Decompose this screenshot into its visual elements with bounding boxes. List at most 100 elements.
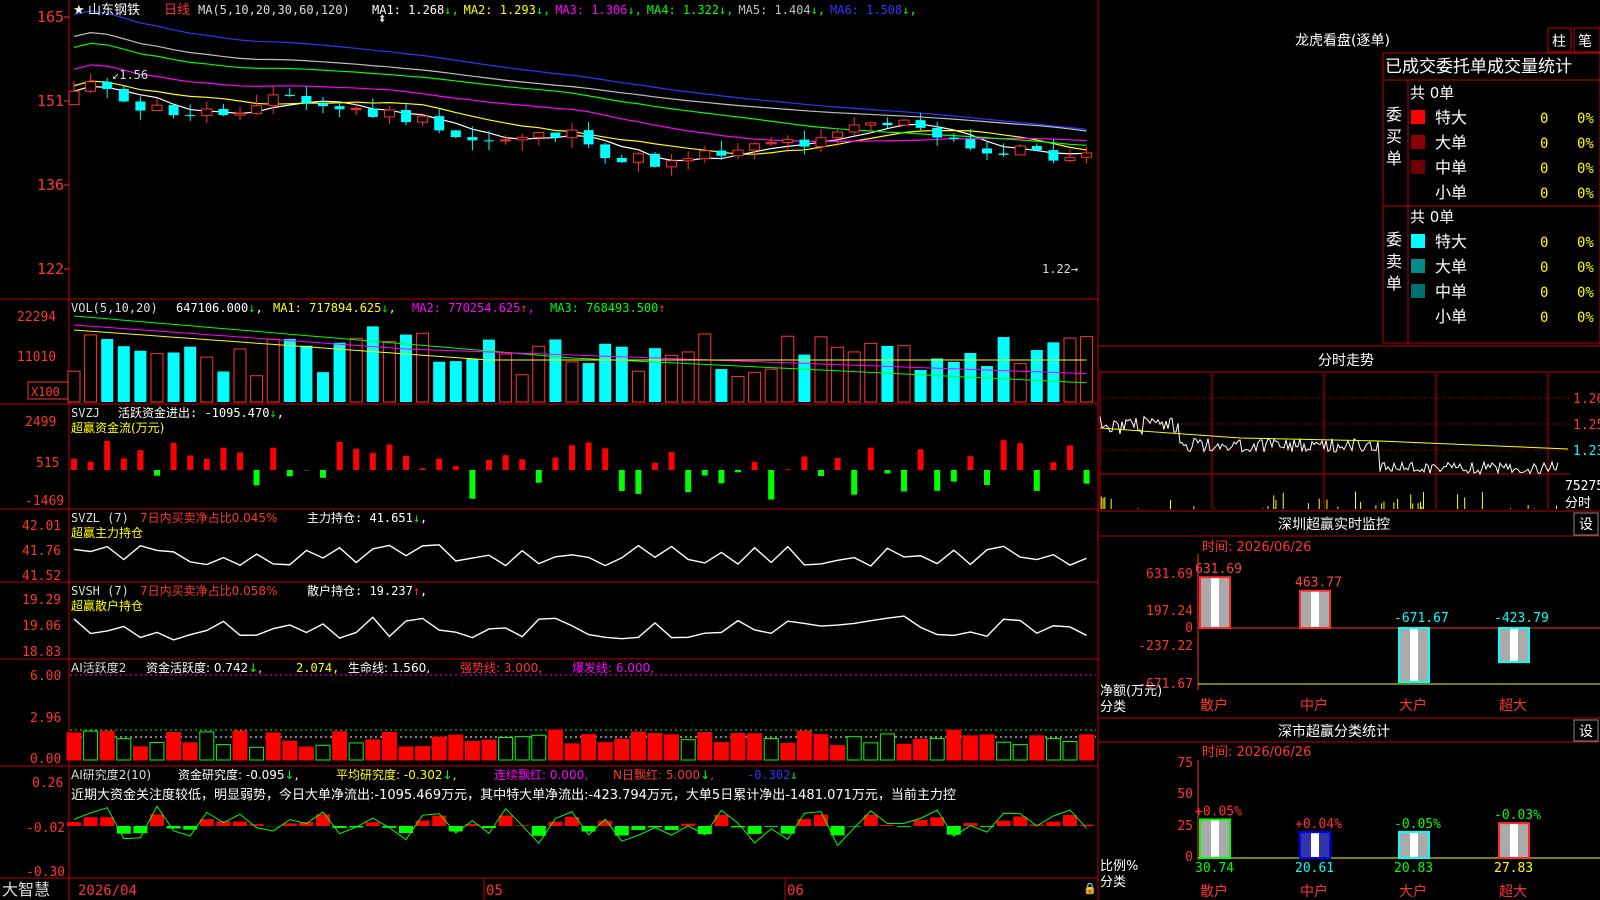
svsh-holding: 散户持仓: 19.237↑, <box>307 583 427 598</box>
vol-ma2: MA2: 770254.625↑, <box>412 301 535 315</box>
candle-down <box>998 153 1009 155</box>
order-count: 0 <box>1540 260 1548 276</box>
volume-bar-up <box>1013 363 1027 403</box>
volume-bar-up <box>831 346 845 403</box>
scroll-arrow-icon[interactable]: ⬍ <box>378 14 386 25</box>
volume-pane[interactable]: VOL(5,10,20) 647106.000↓, MA1: 717894.62… <box>17 301 1094 403</box>
order-name: 中单 <box>1435 158 1467 177</box>
svzl-holding: 主力持仓: 41.651↓, <box>307 510 427 525</box>
candle-down <box>135 101 146 111</box>
svzj-y-tick-1: 2499 <box>25 415 56 430</box>
volume-bar-down <box>1030 350 1043 402</box>
price-y-tick: 151 <box>37 92 64 110</box>
fund-flow-bar-positive <box>1017 443 1024 470</box>
candle-down <box>118 88 129 102</box>
fund-flow-bar-negative <box>701 470 708 476</box>
volume-bar-down <box>649 348 661 402</box>
fund-flow-bar-negative <box>253 470 260 486</box>
stat-title: 已成交委托单成交量统计 <box>1385 57 1572 77</box>
fund-flow-bar-positive <box>784 469 791 470</box>
research-bar-negative <box>664 826 679 830</box>
activity-bar-high <box>547 729 563 761</box>
activity-bar-high <box>365 739 381 761</box>
svsh-title: SVSH (7) <box>71 584 129 598</box>
research-bar-negative <box>897 826 911 827</box>
fund-flow-bars <box>71 440 1090 500</box>
fund-flow-bar-positive <box>552 457 559 470</box>
ai-research-pane[interactable]: AI研究度2(10) 资金研究度: -0.095↓, 平均研究度: -0.302… <box>26 767 1094 880</box>
cl-value-label: 20.61 <box>1295 861 1334 876</box>
fund-flow-bar-positive <box>386 444 393 470</box>
vol-unit: X100 <box>31 385 60 399</box>
activity-bar-high <box>664 734 680 761</box>
dragon-title: 龙虎看盘(逐单) <box>1295 32 1390 49</box>
svzl-title: SVZL (7) <box>71 511 129 525</box>
activity-bar-high <box>332 731 348 761</box>
fund-flow-bar-positive <box>203 458 210 470</box>
svsh-y-tick-3: 18.83 <box>22 645 61 660</box>
fund-flow-bar-negative <box>851 470 858 495</box>
activity-bar-high <box>946 729 962 761</box>
lock-icon[interactable]: 🔒 <box>1083 882 1097 895</box>
candle-down <box>799 139 810 147</box>
burst-line-label: 爆发线: 6.000, <box>572 660 654 675</box>
high-price-mark: ↙1.56 <box>112 68 148 82</box>
star-icon[interactable]: ★ <box>73 3 85 18</box>
fund-flow-bar-negative <box>768 470 775 500</box>
ai-active-pane[interactable]: AI活跃度2 资金活跃度: 0.742↓, 2.074, 生命线: 1.560,… <box>30 660 1096 767</box>
volume-bar-down <box>184 346 197 402</box>
volume-bar-down <box>449 361 462 402</box>
activity-bar-low <box>846 736 862 761</box>
chart-canvas[interactable]: ★ 山东钢铁 日线 MA(5,10,20,30,60,120) MA1: 1.2… <box>0 0 1600 900</box>
intraday-chart[interactable]: 1.265 1.250 1.235 75275 分时 <box>1099 373 1600 511</box>
order-pct: 0% <box>1577 285 1594 301</box>
cl-top-label: -0.03% <box>1494 808 1541 823</box>
retail-holding-polyline <box>73 615 1087 641</box>
fund-flow-bar-positive <box>270 447 277 470</box>
svzj-pane[interactable]: SVZJ 活跃资金进出: -1095.470↓, 超赢资金流(万元) 2499 … <box>25 405 1090 509</box>
stock-name: 山东钢铁 <box>88 3 140 18</box>
fund-flow-bar-positive <box>403 455 409 470</box>
volume-bar-down <box>333 342 346 402</box>
volume-bar-up <box>565 361 579 403</box>
fund-flow-bar-positive <box>867 447 874 470</box>
activity-bar-low <box>215 744 231 761</box>
activity-bar-high <box>132 746 148 761</box>
candle-up <box>151 104 163 112</box>
svzl-sub: 超赢主力持仓 <box>71 525 143 540</box>
candlesticks[interactable] <box>68 73 1093 176</box>
activity-bar-high <box>730 733 746 761</box>
ai-research-y-tick-1: 0.26 <box>32 776 63 791</box>
intraday-title: 分时走势 <box>1318 353 1374 369</box>
candle-down <box>467 137 478 141</box>
activity-bar-low <box>1012 744 1028 761</box>
fund-flow-bar-positive <box>170 442 177 470</box>
activity-bar-low <box>315 744 331 761</box>
order-name: 中单 <box>1435 282 1467 301</box>
activity-bar-high <box>630 731 646 761</box>
candle-up <box>1064 156 1076 162</box>
activity-bar-high <box>896 743 912 761</box>
strong-line-label: 强势线: 3.000, <box>460 661 542 675</box>
sz-time: 时间: 2026/06/26 <box>1202 540 1311 555</box>
life-line-label: 生命线: 1.560, <box>348 660 430 675</box>
main-price-pane[interactable]: ★ 山东钢铁 日线 MA(5,10,20,30,60,120) MA1: 1.2… <box>68 3 1093 276</box>
svsh-pane[interactable]: SVSH (7) 7日内买卖净占比0.058% 散户持仓: 19.237↑, 超… <box>22 583 1087 660</box>
main-holding-polyline <box>73 544 1087 567</box>
continuous-red: 连续飘红: 0.000, <box>494 767 588 782</box>
research-bar-negative <box>780 826 795 834</box>
candle-up <box>516 136 528 141</box>
volume-bar-up <box>266 338 280 403</box>
candle-up <box>682 158 694 162</box>
volume-bar-down <box>881 345 894 402</box>
research-bar-positive <box>67 821 81 826</box>
svzl-pane[interactable]: SVZL (7) 7日内买卖净占比0.045% 主力持仓: 41.651↓, 超… <box>22 510 1087 584</box>
buy-label: 委买单 <box>1386 105 1402 168</box>
activity-bar-high <box>780 742 796 761</box>
sz-settings-label: 设 <box>1579 517 1593 533</box>
period-label[interactable]: 日线 <box>164 3 190 18</box>
cl-unit: 比例% <box>1100 859 1138 874</box>
research-bar-positive <box>249 824 264 826</box>
activity-bar-low <box>1045 737 1061 761</box>
volume-bar-up <box>416 332 430 403</box>
